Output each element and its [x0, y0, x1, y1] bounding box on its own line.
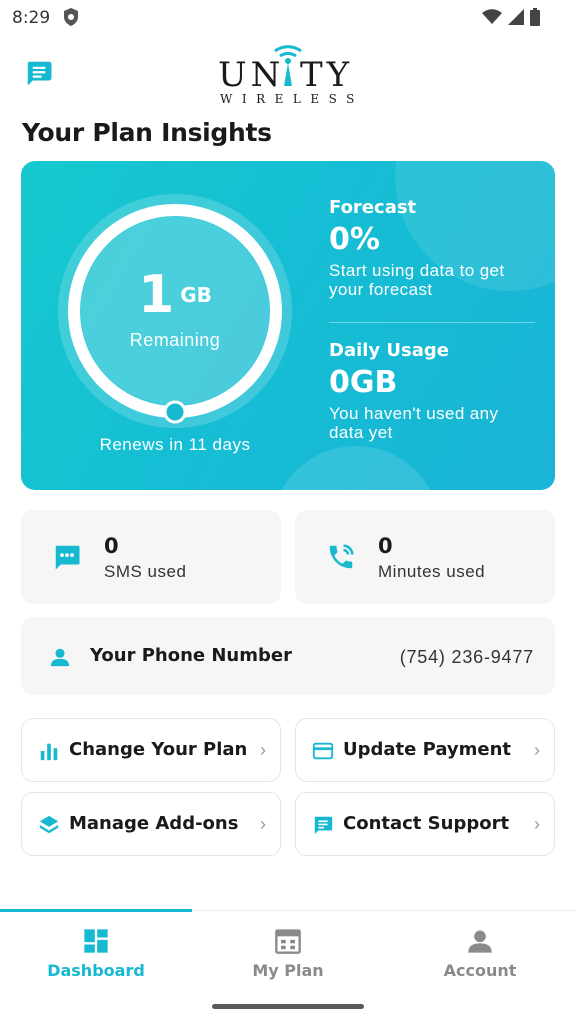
daily-usage-title: Daily Usage [329, 340, 449, 361]
page-title: Your Plan Insights [22, 118, 272, 147]
app-header: UN TY WIRELESS [0, 40, 576, 110]
renews-text: Renews in 11 days [99, 435, 251, 454]
support-chat-icon [314, 816, 333, 835]
forecast-title: Forecast [329, 197, 417, 218]
sms-icon [55, 545, 80, 570]
account-icon [468, 930, 492, 953]
nav-account[interactable]: Account [384, 911, 576, 1001]
battery-icon [530, 8, 540, 26]
chevron-right-icon: › [260, 740, 266, 760]
contact-support-label: Contact Support [343, 813, 510, 834]
svg-text:UN: UN [218, 55, 284, 95]
remaining-unit: GB [180, 283, 212, 307]
change-plan-button[interactable]: Change Your Plan › [21, 718, 281, 782]
wifi-icon [482, 9, 502, 24]
credit-card-icon [312, 742, 334, 760]
minutes-label: Minutes used [378, 562, 486, 581]
divider [329, 322, 535, 323]
daily-usage-section: Daily Usage 0GB You haven't used any dat… [329, 340, 535, 442]
manage-addons-button[interactable]: Manage Add-ons › [21, 792, 281, 856]
daily-usage-value: 0GB [329, 365, 398, 400]
chat-button[interactable] [22, 56, 56, 90]
remaining-value: 1 [138, 265, 175, 325]
chat-bubble-icon [27, 61, 52, 86]
svg-text:TY: TY [300, 55, 353, 95]
unity-wireless-logo: UN TY WIRELESS [200, 42, 376, 108]
daily-desc-line2: data yet [329, 423, 393, 442]
chevron-right-icon: › [260, 814, 266, 834]
status-time: 8:29 [12, 8, 51, 28]
daily-usage-description: You haven't used any data yet [329, 404, 535, 442]
sms-label: SMS used [104, 562, 187, 581]
update-payment-label: Update Payment [343, 739, 512, 760]
person-icon [50, 648, 70, 667]
decorative-bubble [271, 446, 441, 490]
layers-icon [39, 815, 59, 834]
phone-number-card: Your Phone Number (754) 236-9477 [21, 617, 555, 695]
svg-text:WIRELESS: WIRELESS [220, 92, 364, 106]
chevron-right-icon: › [534, 740, 540, 760]
nav-dashboard-label: Dashboard [47, 961, 145, 980]
change-plan-label: Change Your Plan [69, 739, 248, 760]
status-bar: 8:29 [0, 0, 576, 36]
sms-usage-card: 0 SMS used [21, 510, 281, 604]
bottom-navigation: Dashboard My Plan Account [0, 909, 576, 1001]
home-indicator [212, 1004, 364, 1009]
contact-support-button[interactable]: Contact Support › [295, 792, 555, 856]
remaining-label: Remaining [129, 330, 221, 350]
daily-desc-line1: You haven't used any [329, 404, 499, 423]
forecast-desc-line1: Start using data to get [329, 261, 505, 280]
plan-insights-card: 1 GB Remaining Renews in 11 days Forecast… [21, 161, 555, 490]
nav-my-plan-label: My Plan [252, 961, 324, 980]
forecast-description: Start using data to get your forecast [329, 261, 535, 299]
ring-knob [163, 400, 187, 424]
minutes-usage-card: 0 Minutes used [295, 510, 555, 604]
phone-number-value: (754) 236-9477 [399, 647, 534, 667]
chevron-right-icon: › [534, 814, 540, 834]
nav-dashboard[interactable]: Dashboard [0, 911, 192, 1001]
signal-icon [508, 9, 524, 25]
minutes-count: 0 [378, 534, 393, 558]
dashboard-icon [84, 929, 108, 953]
phone-number-label: Your Phone Number [90, 645, 292, 666]
bar-chart-icon [40, 743, 58, 761]
forecast-desc-line2: your forecast [329, 280, 433, 299]
manage-addons-label: Manage Add-ons [69, 813, 239, 834]
nav-my-plan[interactable]: My Plan [192, 911, 384, 1001]
data-remaining-ring: 1 GB Remaining [57, 193, 293, 429]
shield-icon [62, 7, 80, 32]
calendar-icon [275, 929, 301, 954]
status-icons [482, 8, 540, 26]
phone-call-icon [329, 544, 354, 569]
nav-account-label: Account [443, 961, 517, 980]
sms-count: 0 [104, 534, 119, 558]
update-payment-button[interactable]: Update Payment › [295, 718, 555, 782]
remaining-amount: 1 GB [57, 265, 293, 325]
forecast-section: Forecast 0% Start using data to get your… [329, 197, 535, 299]
forecast-value: 0% [329, 222, 380, 257]
